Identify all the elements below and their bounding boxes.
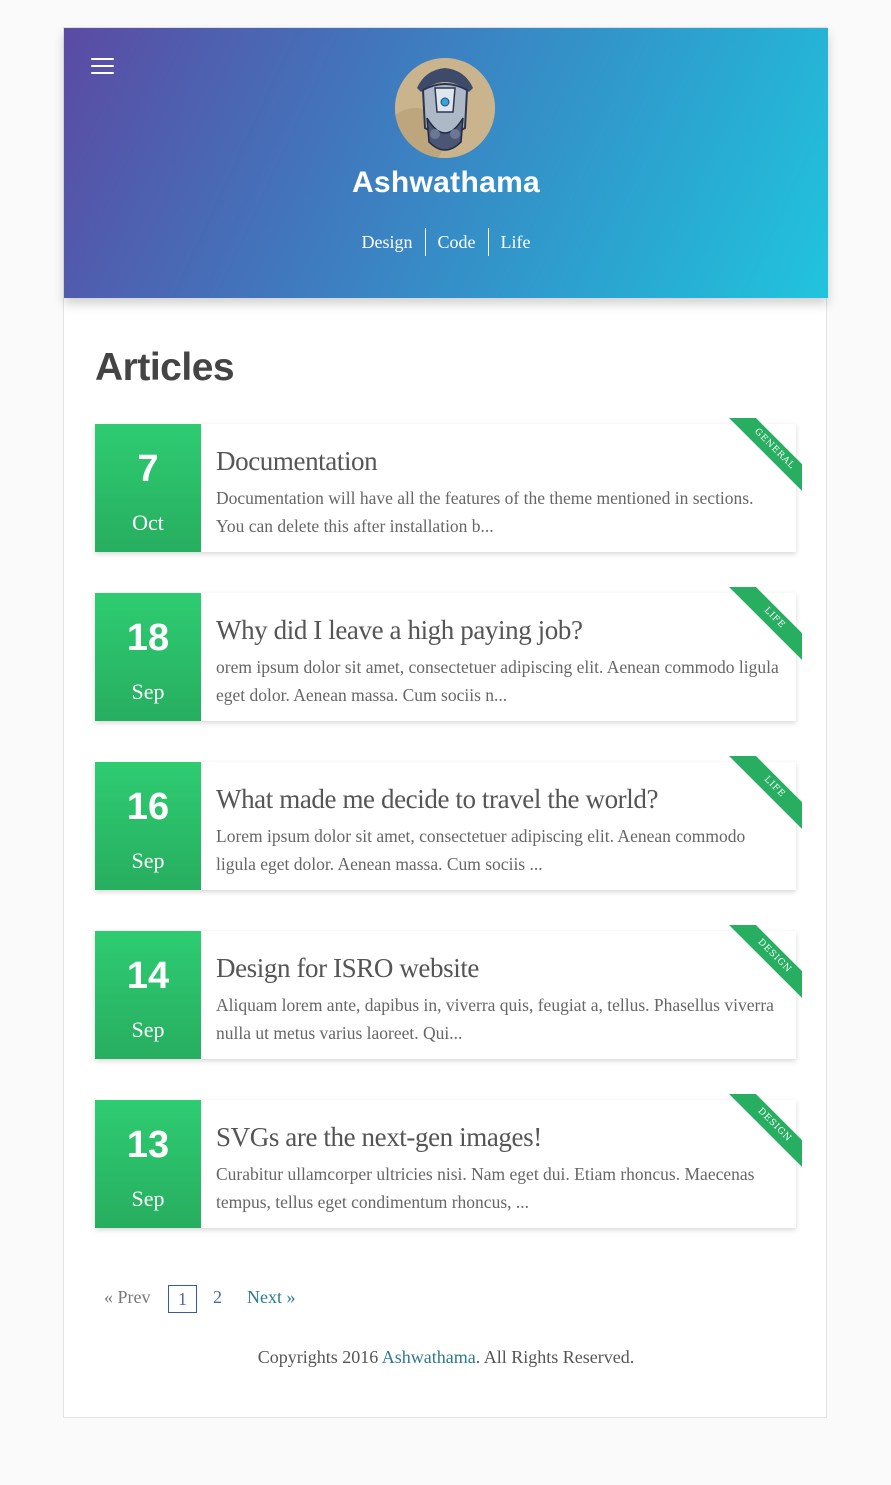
article-excerpt: Documentation will have all the features… — [216, 488, 754, 536]
article-title[interactable]: Design for ISRO website — [216, 953, 736, 984]
date-badge: 7 Oct — [95, 424, 201, 552]
footer-text-prefix: Copyrights 2016 — [257, 1347, 382, 1367]
article-title[interactable]: SVGs are the next-gen images! — [216, 1122, 736, 1153]
page-link-current[interactable]: 1 — [168, 1285, 197, 1313]
category-ribbon: DESIGN — [720, 1094, 802, 1176]
category-label[interactable]: LIFE — [724, 756, 802, 837]
article-excerpt: orem ipsum dolor sit amet, consectetuer … — [216, 657, 779, 705]
category-label[interactable]: LIFE — [724, 587, 802, 668]
main-nav: Design Code Life — [64, 228, 828, 256]
date-badge: 13 Sep — [95, 1100, 201, 1228]
date-month: Oct — [132, 510, 164, 535]
category-ribbon: DESIGN — [720, 925, 802, 1007]
footer-site-link[interactable]: Ashwathama — [382, 1347, 476, 1367]
footer-text-suffix: . All Rights Reserved. — [475, 1347, 635, 1367]
article-card[interactable]: 16 Sep What made me decide to travel the… — [95, 756, 802, 890]
nav-link-code[interactable]: Code — [424, 228, 488, 256]
article-card[interactable]: 7 Oct Documentation Documentation will h… — [95, 418, 802, 552]
page-container: Ashwathama Design Code Life Articles 7 Oct… — [63, 27, 828, 1418]
category-ribbon: GENERAL — [720, 418, 802, 500]
footer-copyright: Copyrights 2016 Ashwathama. All Rights R… — [64, 1347, 828, 1368]
article-excerpt: Curabitur ullamcorper ultricies nisi. Na… — [216, 1164, 755, 1212]
date-badge: 14 Sep — [95, 931, 201, 1059]
date-month: Sep — [131, 1017, 165, 1042]
nav-link-life[interactable]: Life — [487, 228, 543, 256]
article-card[interactable]: 18 Sep Why did I leave a high paying job… — [95, 587, 802, 721]
page-link[interactable]: 2 — [213, 1287, 222, 1308]
date-day: 16 — [126, 786, 170, 828]
category-label[interactable]: DESIGN — [724, 925, 802, 1006]
category-label[interactable]: DESIGN — [724, 1094, 802, 1175]
next-page-link[interactable]: Next » — [247, 1287, 296, 1308]
date-month: Sep — [131, 848, 165, 873]
date-day: 7 — [137, 448, 159, 490]
article-card[interactable]: 13 Sep SVGs are the next-gen images! Cur… — [95, 1094, 802, 1228]
nav-link-design[interactable]: Design — [350, 228, 425, 256]
article-card[interactable]: 14 Sep Design for ISRO website Aliquam l… — [95, 925, 802, 1059]
site-header: Ashwathama Design Code Life — [64, 28, 828, 298]
category-ribbon: LIFE — [720, 587, 802, 669]
robot-helmet-avatar — [395, 58, 495, 158]
article-title[interactable]: Documentation — [216, 446, 736, 477]
article-excerpt: Lorem ipsum dolor sit amet, consectetuer… — [216, 826, 746, 874]
date-day: 18 — [126, 617, 170, 659]
category-label[interactable]: GENERAL — [724, 418, 802, 499]
date-month: Sep — [131, 679, 165, 704]
date-day: 13 — [126, 1124, 170, 1166]
article-title[interactable]: Why did I leave a high paying job? — [216, 615, 736, 646]
page-title: Articles — [95, 346, 235, 389]
article-excerpt: Aliquam lorem ante, dapibus in, viverra … — [216, 995, 774, 1043]
date-month: Sep — [131, 1186, 165, 1211]
category-ribbon: LIFE — [720, 756, 802, 838]
hamburger-menu-icon[interactable] — [91, 57, 115, 77]
date-badge: 18 Sep — [95, 593, 201, 721]
avatar[interactable] — [395, 58, 495, 158]
date-badge: 16 Sep — [95, 762, 201, 890]
article-title[interactable]: What made me decide to travel the world? — [216, 784, 736, 815]
prev-page-link[interactable]: « Prev — [104, 1287, 151, 1308]
site-title[interactable]: Ashwathama — [64, 166, 828, 200]
date-day: 14 — [126, 955, 170, 997]
